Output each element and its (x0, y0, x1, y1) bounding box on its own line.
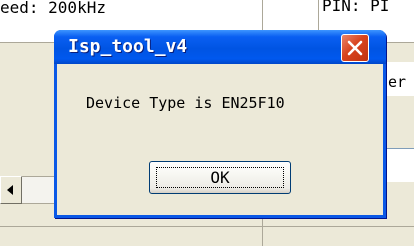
pin-label: PIN: PI (322, 0, 390, 15)
ok-button-label: OK (210, 168, 230, 187)
close-icon (347, 40, 363, 56)
dialog-titlebar[interactable]: Isp_tool_v4 (54, 30, 386, 64)
dialog-body: Device Type is EN25F10 OK (57, 64, 383, 215)
ok-button[interactable]: OK (149, 161, 291, 194)
dialog-title: Isp_tool_v4 (68, 36, 188, 57)
background-text-fragment: er (388, 73, 407, 91)
scroll-left-arrow-icon[interactable] (0, 176, 22, 204)
background-field[interactable] (386, 148, 414, 182)
speed-label: eed: 200kHz (0, 0, 106, 17)
background-divider (0, 226, 414, 227)
close-button[interactable] (341, 34, 369, 62)
dialog-message: Device Type is EN25F10 (86, 94, 285, 112)
message-dialog: Isp_tool_v4 Device Type is EN25F10 OK (54, 30, 386, 218)
